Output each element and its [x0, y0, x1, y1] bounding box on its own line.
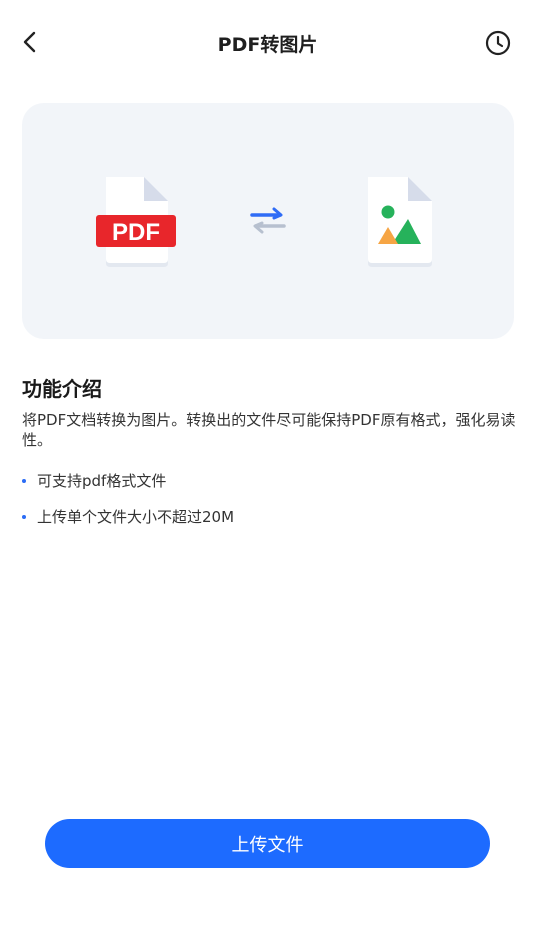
clock-icon [485, 30, 511, 56]
feature-item-format: 可支持pdf格式文件 [22, 470, 234, 492]
page-title: PDF转图片 [217, 34, 318, 56]
app-header: PDF转图片 [0, 0, 535, 86]
conversion-banner: PDF [22, 103, 514, 339]
history-button[interactable] [482, 27, 514, 59]
image-file-icon [368, 177, 432, 267]
pdf-file-icon: PDF [96, 177, 176, 267]
feature-item-size: 上传单个文件大小不超过20M [22, 506, 234, 528]
intro-title: 功能介绍 [22, 377, 102, 401]
pdf-badge-label: PDF [112, 219, 160, 246]
feature-list: 可支持pdf格式文件 上传单个文件大小不超过20M [22, 470, 234, 542]
intro-description: 将PDF文档转换为图片。转换出的文件尽可能保持PDF原有格式，强化易读性。 [22, 411, 516, 449]
upload-file-button[interactable]: 上传文件 [45, 819, 490, 868]
swap-arrows-icon [250, 207, 286, 234]
